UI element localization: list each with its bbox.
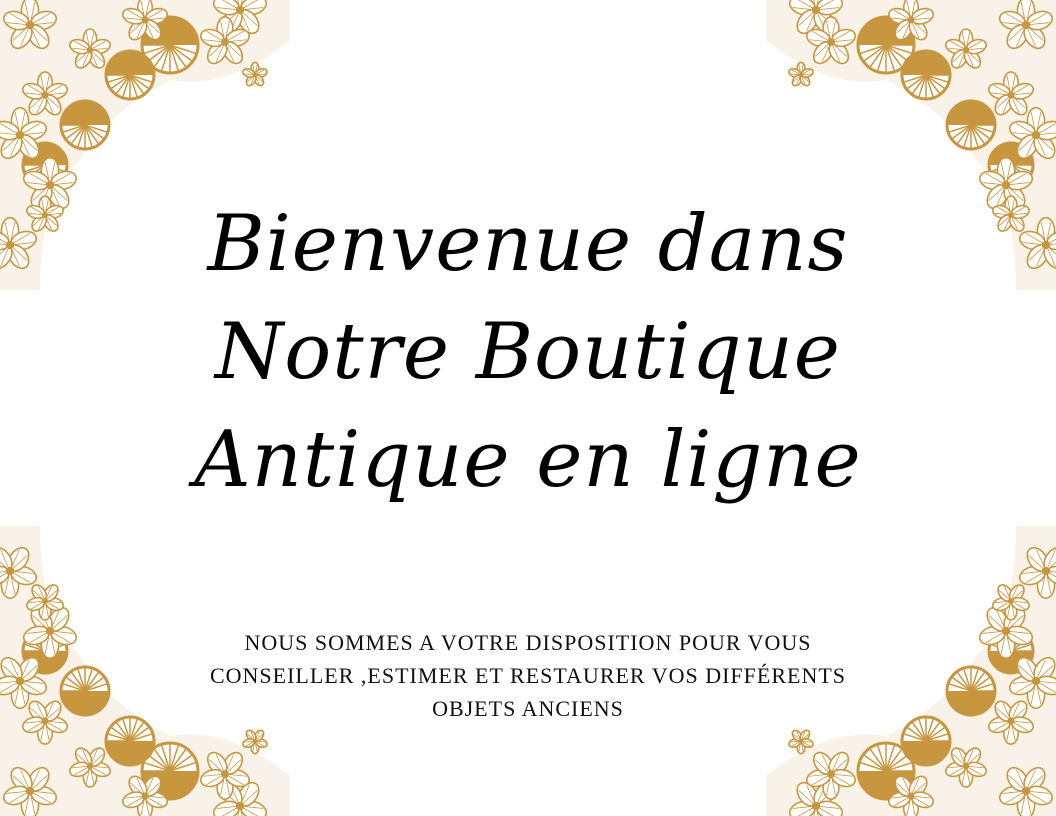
title-line-3: Antique en ligne bbox=[194, 415, 862, 505]
paisley-swirl bbox=[59, 99, 111, 151]
services-description: NOUS SOMMES A VOTRE DISPOSITION POUR VOU… bbox=[0, 626, 1056, 725]
subtitle-line-1: NOUS SOMMES A VOTRE DISPOSITION POUR VOU… bbox=[244, 630, 812, 655]
subtitle-line-3: OBJETS ANCIENS bbox=[432, 696, 624, 721]
paisley-swirl bbox=[900, 49, 952, 101]
subtitle-line-2: CONSEILLER ,ESTIMER ET RESTAURER VOS DIF… bbox=[209, 663, 847, 688]
paisley-swirl bbox=[945, 99, 997, 151]
title-line-1: Bienvenue dans bbox=[207, 199, 849, 289]
welcome-title: Bienvenue dans Notre Boutique Antique en… bbox=[0, 190, 1056, 514]
paisley-swirl bbox=[104, 49, 156, 101]
title-line-2: Notre Boutique bbox=[215, 307, 841, 397]
